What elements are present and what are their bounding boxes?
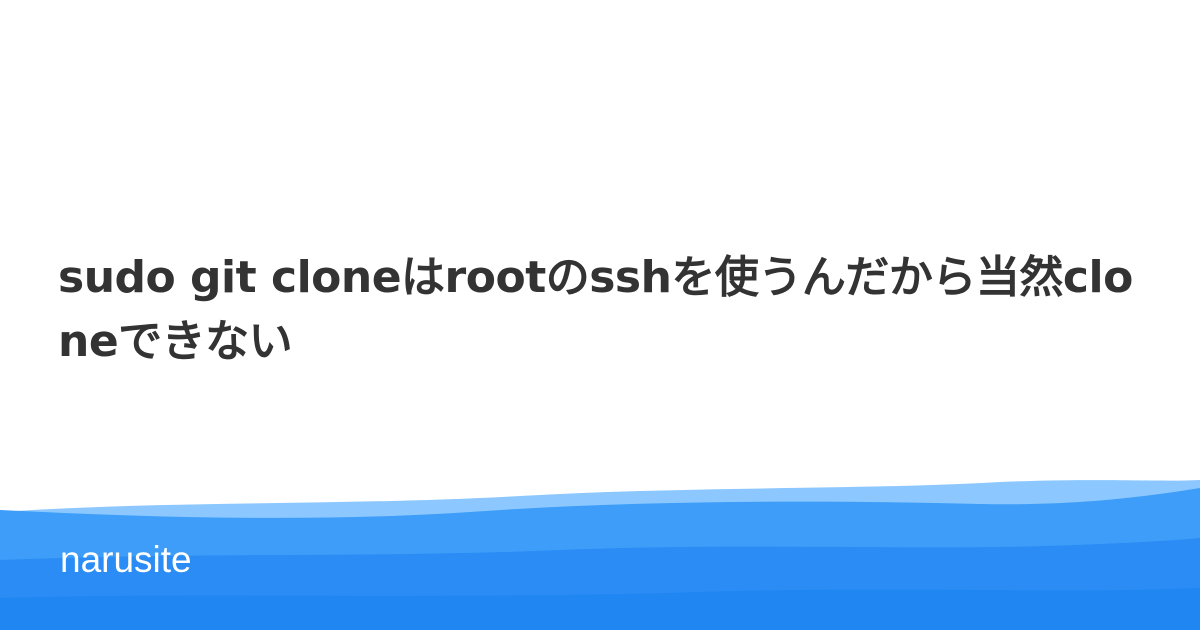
- article-title: sudo git cloneはrootのsshを使うんだから当然cloneできな…: [58, 252, 1133, 367]
- site-name: narusite: [60, 539, 192, 580]
- og-card: sudo git cloneはrootのsshを使うんだから当然cloneできな…: [0, 0, 1200, 630]
